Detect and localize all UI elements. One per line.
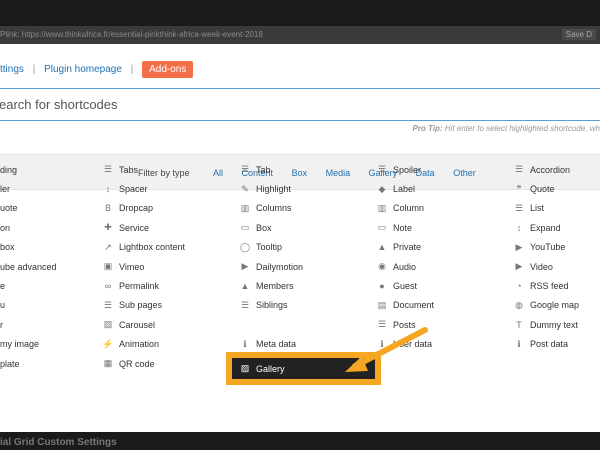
footer-title: ial Grid Custom Settings <box>0 437 117 448</box>
footer-bar: ial Grid Custom Settings <box>0 432 600 450</box>
callout-arrow <box>345 327 428 372</box>
